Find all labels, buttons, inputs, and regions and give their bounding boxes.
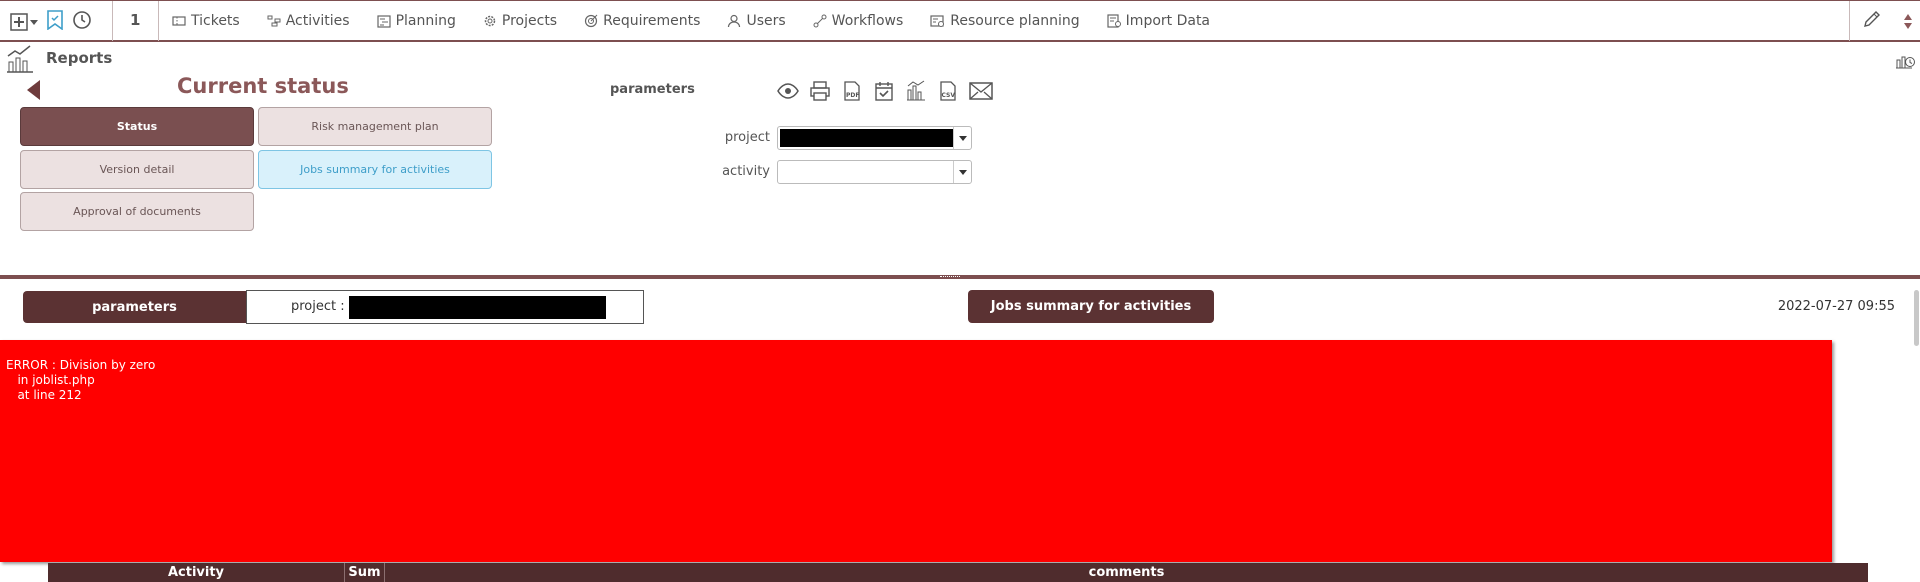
reports-header: Reports (0, 44, 1920, 74)
menu-item-label: Activities (285, 13, 350, 29)
splitter-grip[interactable] (940, 276, 960, 278)
svg-text:PDF: PDF (846, 92, 859, 99)
column-header-sum[interactable]: Sum (345, 563, 385, 582)
result-project-label: project : (291, 299, 345, 314)
menu-item-label: Workflows (831, 13, 904, 29)
result-report-title: Jobs summary for activities (968, 290, 1214, 323)
menu-item-resource-planning[interactable]: Resource planning (930, 13, 1080, 29)
column-header-comments[interactable]: comments (385, 563, 1868, 582)
ticket-icon (172, 16, 186, 26)
csv-icon[interactable]: CSV (937, 80, 959, 106)
menu-item-tickets[interactable]: Tickets (172, 13, 240, 29)
error-line: at line 212 (6, 388, 82, 402)
sort-arrows-icon[interactable] (1904, 13, 1912, 29)
menu-item-label: Planning (395, 13, 456, 29)
page-title: Reports (46, 49, 113, 67)
bookmark-icon[interactable] (46, 10, 64, 34)
result-parameters-label: parameters (23, 291, 246, 323)
report-button-version-detail[interactable]: Version detail (20, 150, 254, 189)
gear-icon (484, 15, 496, 27)
quick-actions (10, 9, 92, 35)
menu-item-label: Import Data (1125, 13, 1211, 29)
print-icon[interactable] (809, 80, 831, 106)
topbar-right-tools (1849, 1, 1920, 41)
chevron-down-icon[interactable] (953, 127, 971, 149)
activity-select[interactable] (777, 160, 972, 184)
top-menu-bar: 1 Tickets Activities Planning Projects R… (0, 0, 1920, 42)
error-line: in joblist.php (6, 373, 95, 387)
column-header-activity[interactable]: Activity (48, 563, 345, 582)
menu-item-label: Requirements (603, 13, 701, 29)
parameters-heading: parameters (610, 82, 695, 97)
error-message-box: ERROR : Division by zero in joblist.php … (0, 340, 1832, 562)
calendar-check-icon[interactable] (873, 80, 895, 106)
panel-splitter[interactable] (0, 275, 1920, 279)
menu-item-workflows[interactable]: Workflows (813, 13, 904, 29)
activity-label: activity (722, 164, 770, 179)
add-new-icon[interactable] (10, 13, 38, 31)
menu-item-label: Projects (501, 13, 558, 29)
divider (158, 1, 159, 41)
chevron-down-icon[interactable] (953, 161, 971, 183)
menu-item-import-data[interactable]: Import Data (1107, 13, 1210, 29)
history-icon[interactable] (72, 10, 92, 34)
project-select[interactable] (777, 126, 972, 150)
menu-item-planning[interactable]: Planning (376, 13, 456, 29)
menu-item-label: Tickets (191, 13, 240, 29)
user-icon (728, 14, 741, 28)
scheduled-reports-icon[interactable] (1894, 48, 1916, 74)
menu-item-activities[interactable]: Activities (267, 13, 350, 29)
report-button-risk-management-plan[interactable]: Risk management plan (258, 107, 492, 146)
report-category-title: Current status (177, 74, 349, 98)
edit-pencil-icon[interactable] (1862, 9, 1882, 33)
result-timestamp: 2022-07-27 09:55 (1777, 299, 1895, 314)
target-icon (585, 14, 598, 28)
export-toolbar: PDF CSV (777, 80, 993, 106)
import-icon (1107, 14, 1121, 28)
result-project-value-redacted (349, 296, 606, 319)
resource-planning-icon (930, 14, 945, 27)
divider (1849, 1, 1850, 41)
chart-icon[interactable] (905, 80, 927, 106)
menu-item-projects[interactable]: Projects (483, 13, 557, 29)
reports-chart-icon (5, 44, 35, 78)
result-parameters-box: project : (246, 290, 644, 324)
planning-icon (376, 14, 391, 28)
open-items-count[interactable]: 1 (130, 11, 140, 29)
menu-item-label: Users (746, 13, 786, 29)
back-arrow-icon[interactable] (27, 80, 40, 100)
report-button-status[interactable]: Status (20, 107, 254, 146)
workflow-icon (813, 14, 827, 28)
menu-item-label: Resource planning (950, 13, 1080, 29)
report-button-jobs-summary[interactable]: Jobs summary for activities (258, 150, 492, 189)
error-line: ERROR : Division by zero (6, 358, 156, 372)
report-button-approval-of-documents[interactable]: Approval of documents (20, 192, 254, 231)
project-label: project (724, 130, 770, 145)
menu-item-requirements[interactable]: Requirements (584, 13, 700, 29)
menu-item-users[interactable]: Users (727, 13, 786, 29)
mail-icon[interactable] (969, 82, 993, 104)
result-scrollbar[interactable] (1914, 290, 1919, 346)
activities-icon (267, 15, 281, 27)
result-table-header: Activity Sum comments (48, 563, 1868, 582)
project-value-redacted (780, 129, 953, 147)
main-menu: Tickets Activities Planning Projects Req… (172, 1, 1237, 41)
pdf-icon[interactable]: PDF (841, 80, 863, 106)
eye-icon[interactable] (777, 83, 799, 103)
svg-text:CSV: CSV (942, 92, 956, 99)
divider (112, 1, 113, 41)
